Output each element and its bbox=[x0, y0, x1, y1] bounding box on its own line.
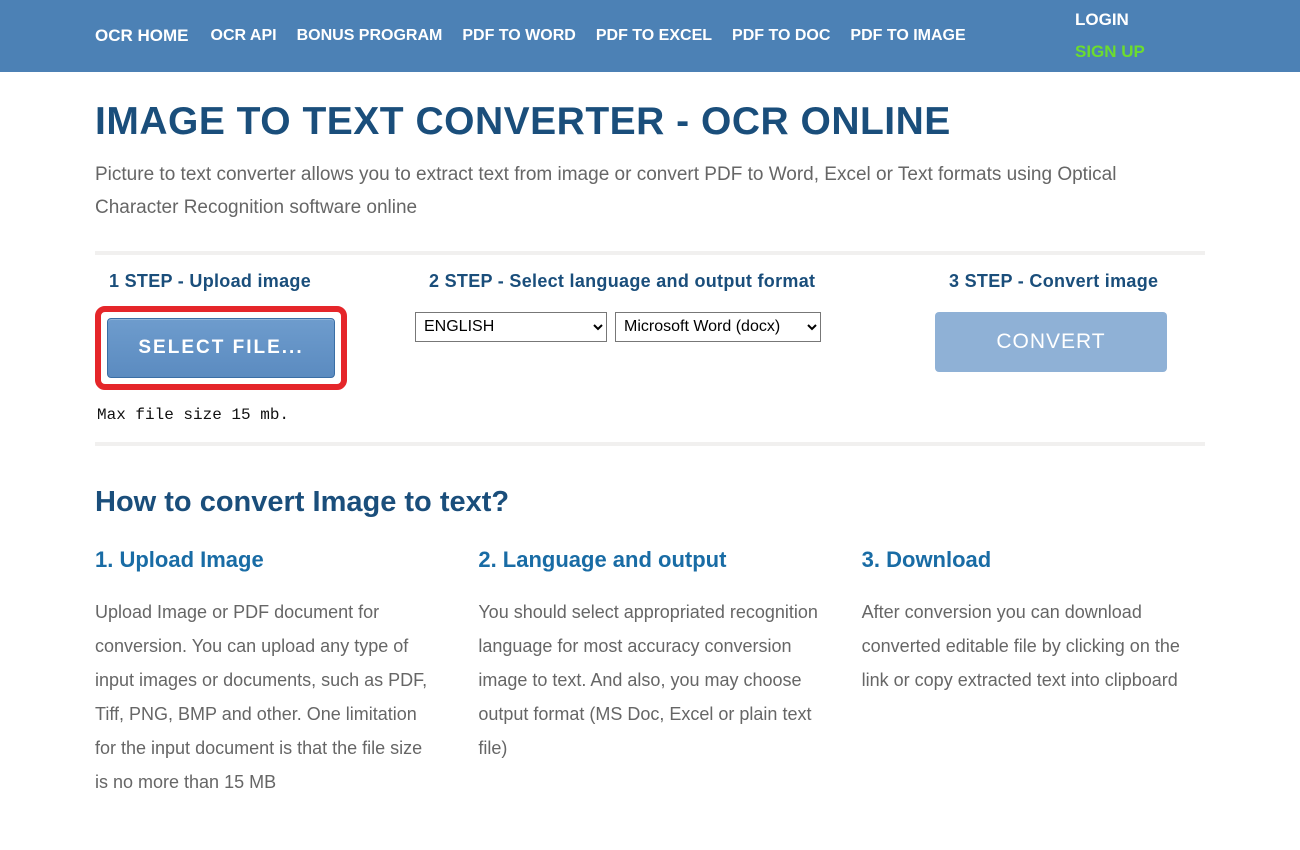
howto-col-language: 2. Language and output You should select… bbox=[478, 547, 821, 800]
convert-button[interactable]: CONVERT bbox=[935, 312, 1167, 372]
nav-link-bonus[interactable]: BONUS PROGRAM bbox=[297, 27, 443, 45]
step2-title: 2 STEP - Select language and output form… bbox=[415, 271, 895, 306]
step-language-format: 2 STEP - Select language and output form… bbox=[415, 271, 895, 342]
nav-link-pdf-to-doc[interactable]: PDF TO DOC bbox=[732, 27, 830, 45]
nav-link-pdf-to-excel[interactable]: PDF TO EXCEL bbox=[596, 27, 712, 45]
select-file-highlight-frame: SELECT FILE... bbox=[95, 306, 347, 390]
howto-columns: 1. Upload Image Upload Image or PDF docu… bbox=[95, 547, 1205, 800]
step1-title: 1 STEP - Upload image bbox=[95, 271, 375, 306]
page-subtitle: Picture to text converter allows you to … bbox=[95, 158, 1205, 251]
page-title: IMAGE TO TEXT CONVERTER - OCR ONLINE bbox=[95, 72, 1205, 158]
howto-col2-body: You should select appropriated recogniti… bbox=[478, 595, 821, 766]
steps-row: 1 STEP - Upload image SELECT FILE... Max… bbox=[95, 265, 1205, 442]
nav-login[interactable]: LOGIN bbox=[1075, 10, 1129, 30]
max-file-size-note: Max file size 15 mb. bbox=[95, 390, 375, 424]
top-nav-bar: OCR HOME OCR API BONUS PROGRAM PDF TO WO… bbox=[0, 0, 1300, 72]
section-divider bbox=[95, 442, 1205, 446]
howto-col3-title: 3. Download bbox=[862, 547, 1205, 595]
step3-title: 3 STEP - Convert image bbox=[935, 271, 1205, 306]
howto-col1-body: Upload Image or PDF document for convers… bbox=[95, 595, 438, 800]
nav-home[interactable]: OCR HOME bbox=[95, 26, 189, 46]
output-format-select[interactable]: Microsoft Word (docx) bbox=[615, 312, 821, 342]
step-convert: 3 STEP - Convert image CONVERT bbox=[935, 271, 1205, 372]
select-file-button[interactable]: SELECT FILE... bbox=[107, 318, 335, 378]
howto-col2-title: 2. Language and output bbox=[478, 547, 821, 595]
howto-col3-body: After conversion you can download conver… bbox=[862, 595, 1205, 698]
nav-link-pdf-to-word[interactable]: PDF TO WORD bbox=[462, 27, 575, 45]
howto-col-upload: 1. Upload Image Upload Image or PDF docu… bbox=[95, 547, 438, 800]
section-divider bbox=[95, 251, 1205, 255]
language-select[interactable]: ENGLISH bbox=[415, 312, 607, 342]
howto-heading: How to convert Image to text? bbox=[95, 456, 1205, 547]
nav-link-ocr-api[interactable]: OCR API bbox=[211, 27, 277, 45]
step-upload: 1 STEP - Upload image SELECT FILE... Max… bbox=[95, 271, 375, 424]
nav-signup[interactable]: SIGN UP bbox=[1075, 42, 1145, 62]
nav-link-pdf-to-image[interactable]: PDF TO IMAGE bbox=[850, 27, 965, 45]
nav-links-group: OCR API BONUS PROGRAM PDF TO WORD PDF TO… bbox=[211, 27, 1076, 45]
howto-col-download: 3. Download After conversion you can dow… bbox=[862, 547, 1205, 800]
howto-col1-title: 1. Upload Image bbox=[95, 547, 438, 595]
